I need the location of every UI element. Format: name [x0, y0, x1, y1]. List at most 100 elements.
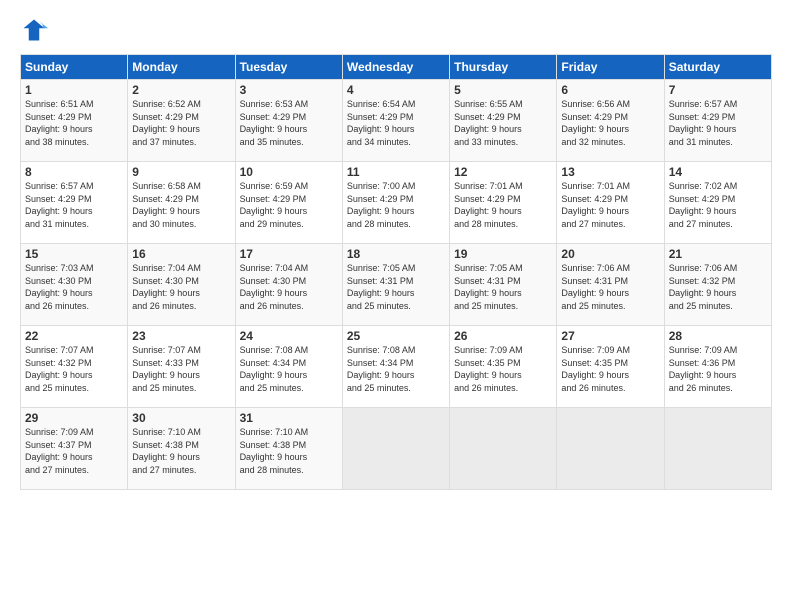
calendar-cell: 6Sunrise: 6:56 AM Sunset: 4:29 PM Daylig… [557, 80, 664, 162]
calendar-cell: 14Sunrise: 7:02 AM Sunset: 4:29 PM Dayli… [664, 162, 771, 244]
calendar-cell: 13Sunrise: 7:01 AM Sunset: 4:29 PM Dayli… [557, 162, 664, 244]
calendar-week-5: 29Sunrise: 7:09 AM Sunset: 4:37 PM Dayli… [21, 408, 772, 490]
calendar-cell [342, 408, 449, 490]
day-info: Sunrise: 6:58 AM Sunset: 4:29 PM Dayligh… [132, 180, 230, 230]
day-number: 1 [25, 83, 123, 97]
day-info: Sunrise: 6:53 AM Sunset: 4:29 PM Dayligh… [240, 98, 338, 148]
day-info: Sunrise: 7:09 AM Sunset: 4:35 PM Dayligh… [454, 344, 552, 394]
col-wednesday: Wednesday [342, 55, 449, 80]
calendar-cell: 22Sunrise: 7:07 AM Sunset: 4:32 PM Dayli… [21, 326, 128, 408]
calendar-cell: 4Sunrise: 6:54 AM Sunset: 4:29 PM Daylig… [342, 80, 449, 162]
day-info: Sunrise: 7:09 AM Sunset: 4:36 PM Dayligh… [669, 344, 767, 394]
calendar-cell: 19Sunrise: 7:05 AM Sunset: 4:31 PM Dayli… [450, 244, 557, 326]
calendar-cell: 26Sunrise: 7:09 AM Sunset: 4:35 PM Dayli… [450, 326, 557, 408]
day-number: 21 [669, 247, 767, 261]
day-info: Sunrise: 7:09 AM Sunset: 4:37 PM Dayligh… [25, 426, 123, 476]
day-info: Sunrise: 7:08 AM Sunset: 4:34 PM Dayligh… [240, 344, 338, 394]
day-info: Sunrise: 7:05 AM Sunset: 4:31 PM Dayligh… [347, 262, 445, 312]
day-info: Sunrise: 7:07 AM Sunset: 4:32 PM Dayligh… [25, 344, 123, 394]
calendar-cell: 7Sunrise: 6:57 AM Sunset: 4:29 PM Daylig… [664, 80, 771, 162]
day-info: Sunrise: 6:56 AM Sunset: 4:29 PM Dayligh… [561, 98, 659, 148]
day-number: 20 [561, 247, 659, 261]
calendar-cell: 5Sunrise: 6:55 AM Sunset: 4:29 PM Daylig… [450, 80, 557, 162]
calendar-cell: 1Sunrise: 6:51 AM Sunset: 4:29 PM Daylig… [21, 80, 128, 162]
day-info: Sunrise: 6:57 AM Sunset: 4:29 PM Dayligh… [669, 98, 767, 148]
day-number: 25 [347, 329, 445, 343]
day-number: 22 [25, 329, 123, 343]
day-info: Sunrise: 6:52 AM Sunset: 4:29 PM Dayligh… [132, 98, 230, 148]
day-info: Sunrise: 7:02 AM Sunset: 4:29 PM Dayligh… [669, 180, 767, 230]
calendar-cell: 31Sunrise: 7:10 AM Sunset: 4:38 PM Dayli… [235, 408, 342, 490]
day-info: Sunrise: 7:06 AM Sunset: 4:32 PM Dayligh… [669, 262, 767, 312]
col-friday: Friday [557, 55, 664, 80]
day-info: Sunrise: 6:54 AM Sunset: 4:29 PM Dayligh… [347, 98, 445, 148]
calendar-cell: 23Sunrise: 7:07 AM Sunset: 4:33 PM Dayli… [128, 326, 235, 408]
calendar-cell: 27Sunrise: 7:09 AM Sunset: 4:35 PM Dayli… [557, 326, 664, 408]
day-number: 16 [132, 247, 230, 261]
calendar-week-3: 15Sunrise: 7:03 AM Sunset: 4:30 PM Dayli… [21, 244, 772, 326]
day-info: Sunrise: 7:05 AM Sunset: 4:31 PM Dayligh… [454, 262, 552, 312]
day-number: 7 [669, 83, 767, 97]
logo [20, 16, 52, 44]
calendar-cell: 2Sunrise: 6:52 AM Sunset: 4:29 PM Daylig… [128, 80, 235, 162]
day-info: Sunrise: 7:00 AM Sunset: 4:29 PM Dayligh… [347, 180, 445, 230]
day-number: 6 [561, 83, 659, 97]
logo-icon [20, 16, 48, 44]
day-number: 3 [240, 83, 338, 97]
day-number: 28 [669, 329, 767, 343]
day-info: Sunrise: 7:06 AM Sunset: 4:31 PM Dayligh… [561, 262, 659, 312]
header [20, 16, 772, 44]
calendar-week-1: 1Sunrise: 6:51 AM Sunset: 4:29 PM Daylig… [21, 80, 772, 162]
day-number: 5 [454, 83, 552, 97]
day-info: Sunrise: 7:01 AM Sunset: 4:29 PM Dayligh… [454, 180, 552, 230]
day-number: 17 [240, 247, 338, 261]
calendar-cell: 29Sunrise: 7:09 AM Sunset: 4:37 PM Dayli… [21, 408, 128, 490]
day-number: 11 [347, 165, 445, 179]
day-number: 12 [454, 165, 552, 179]
day-info: Sunrise: 7:04 AM Sunset: 4:30 PM Dayligh… [132, 262, 230, 312]
calendar-week-4: 22Sunrise: 7:07 AM Sunset: 4:32 PM Dayli… [21, 326, 772, 408]
day-number: 4 [347, 83, 445, 97]
calendar-cell: 15Sunrise: 7:03 AM Sunset: 4:30 PM Dayli… [21, 244, 128, 326]
col-tuesday: Tuesday [235, 55, 342, 80]
day-info: Sunrise: 6:51 AM Sunset: 4:29 PM Dayligh… [25, 98, 123, 148]
calendar-cell [664, 408, 771, 490]
day-info: Sunrise: 6:59 AM Sunset: 4:29 PM Dayligh… [240, 180, 338, 230]
day-number: 27 [561, 329, 659, 343]
day-info: Sunrise: 7:10 AM Sunset: 4:38 PM Dayligh… [132, 426, 230, 476]
calendar-cell: 11Sunrise: 7:00 AM Sunset: 4:29 PM Dayli… [342, 162, 449, 244]
day-number: 8 [25, 165, 123, 179]
day-number: 14 [669, 165, 767, 179]
calendar-cell: 25Sunrise: 7:08 AM Sunset: 4:34 PM Dayli… [342, 326, 449, 408]
calendar-cell: 12Sunrise: 7:01 AM Sunset: 4:29 PM Dayli… [450, 162, 557, 244]
day-info: Sunrise: 6:57 AM Sunset: 4:29 PM Dayligh… [25, 180, 123, 230]
day-number: 23 [132, 329, 230, 343]
day-number: 24 [240, 329, 338, 343]
calendar-cell: 8Sunrise: 6:57 AM Sunset: 4:29 PM Daylig… [21, 162, 128, 244]
calendar-table: Sunday Monday Tuesday Wednesday Thursday… [20, 54, 772, 490]
day-number: 19 [454, 247, 552, 261]
day-number: 10 [240, 165, 338, 179]
day-number: 9 [132, 165, 230, 179]
day-info: Sunrise: 7:07 AM Sunset: 4:33 PM Dayligh… [132, 344, 230, 394]
calendar-cell: 16Sunrise: 7:04 AM Sunset: 4:30 PM Dayli… [128, 244, 235, 326]
day-info: Sunrise: 7:09 AM Sunset: 4:35 PM Dayligh… [561, 344, 659, 394]
day-info: Sunrise: 7:10 AM Sunset: 4:38 PM Dayligh… [240, 426, 338, 476]
col-monday: Monday [128, 55, 235, 80]
col-thursday: Thursday [450, 55, 557, 80]
day-number: 31 [240, 411, 338, 425]
calendar-cell: 28Sunrise: 7:09 AM Sunset: 4:36 PM Dayli… [664, 326, 771, 408]
day-info: Sunrise: 7:08 AM Sunset: 4:34 PM Dayligh… [347, 344, 445, 394]
calendar-cell: 21Sunrise: 7:06 AM Sunset: 4:32 PM Dayli… [664, 244, 771, 326]
col-sunday: Sunday [21, 55, 128, 80]
calendar-cell: 17Sunrise: 7:04 AM Sunset: 4:30 PM Dayli… [235, 244, 342, 326]
day-number: 18 [347, 247, 445, 261]
day-number: 15 [25, 247, 123, 261]
day-number: 2 [132, 83, 230, 97]
col-saturday: Saturday [664, 55, 771, 80]
day-number: 29 [25, 411, 123, 425]
header-row: Sunday Monday Tuesday Wednesday Thursday… [21, 55, 772, 80]
calendar-cell: 24Sunrise: 7:08 AM Sunset: 4:34 PM Dayli… [235, 326, 342, 408]
day-info: Sunrise: 7:04 AM Sunset: 4:30 PM Dayligh… [240, 262, 338, 312]
day-info: Sunrise: 6:55 AM Sunset: 4:29 PM Dayligh… [454, 98, 552, 148]
